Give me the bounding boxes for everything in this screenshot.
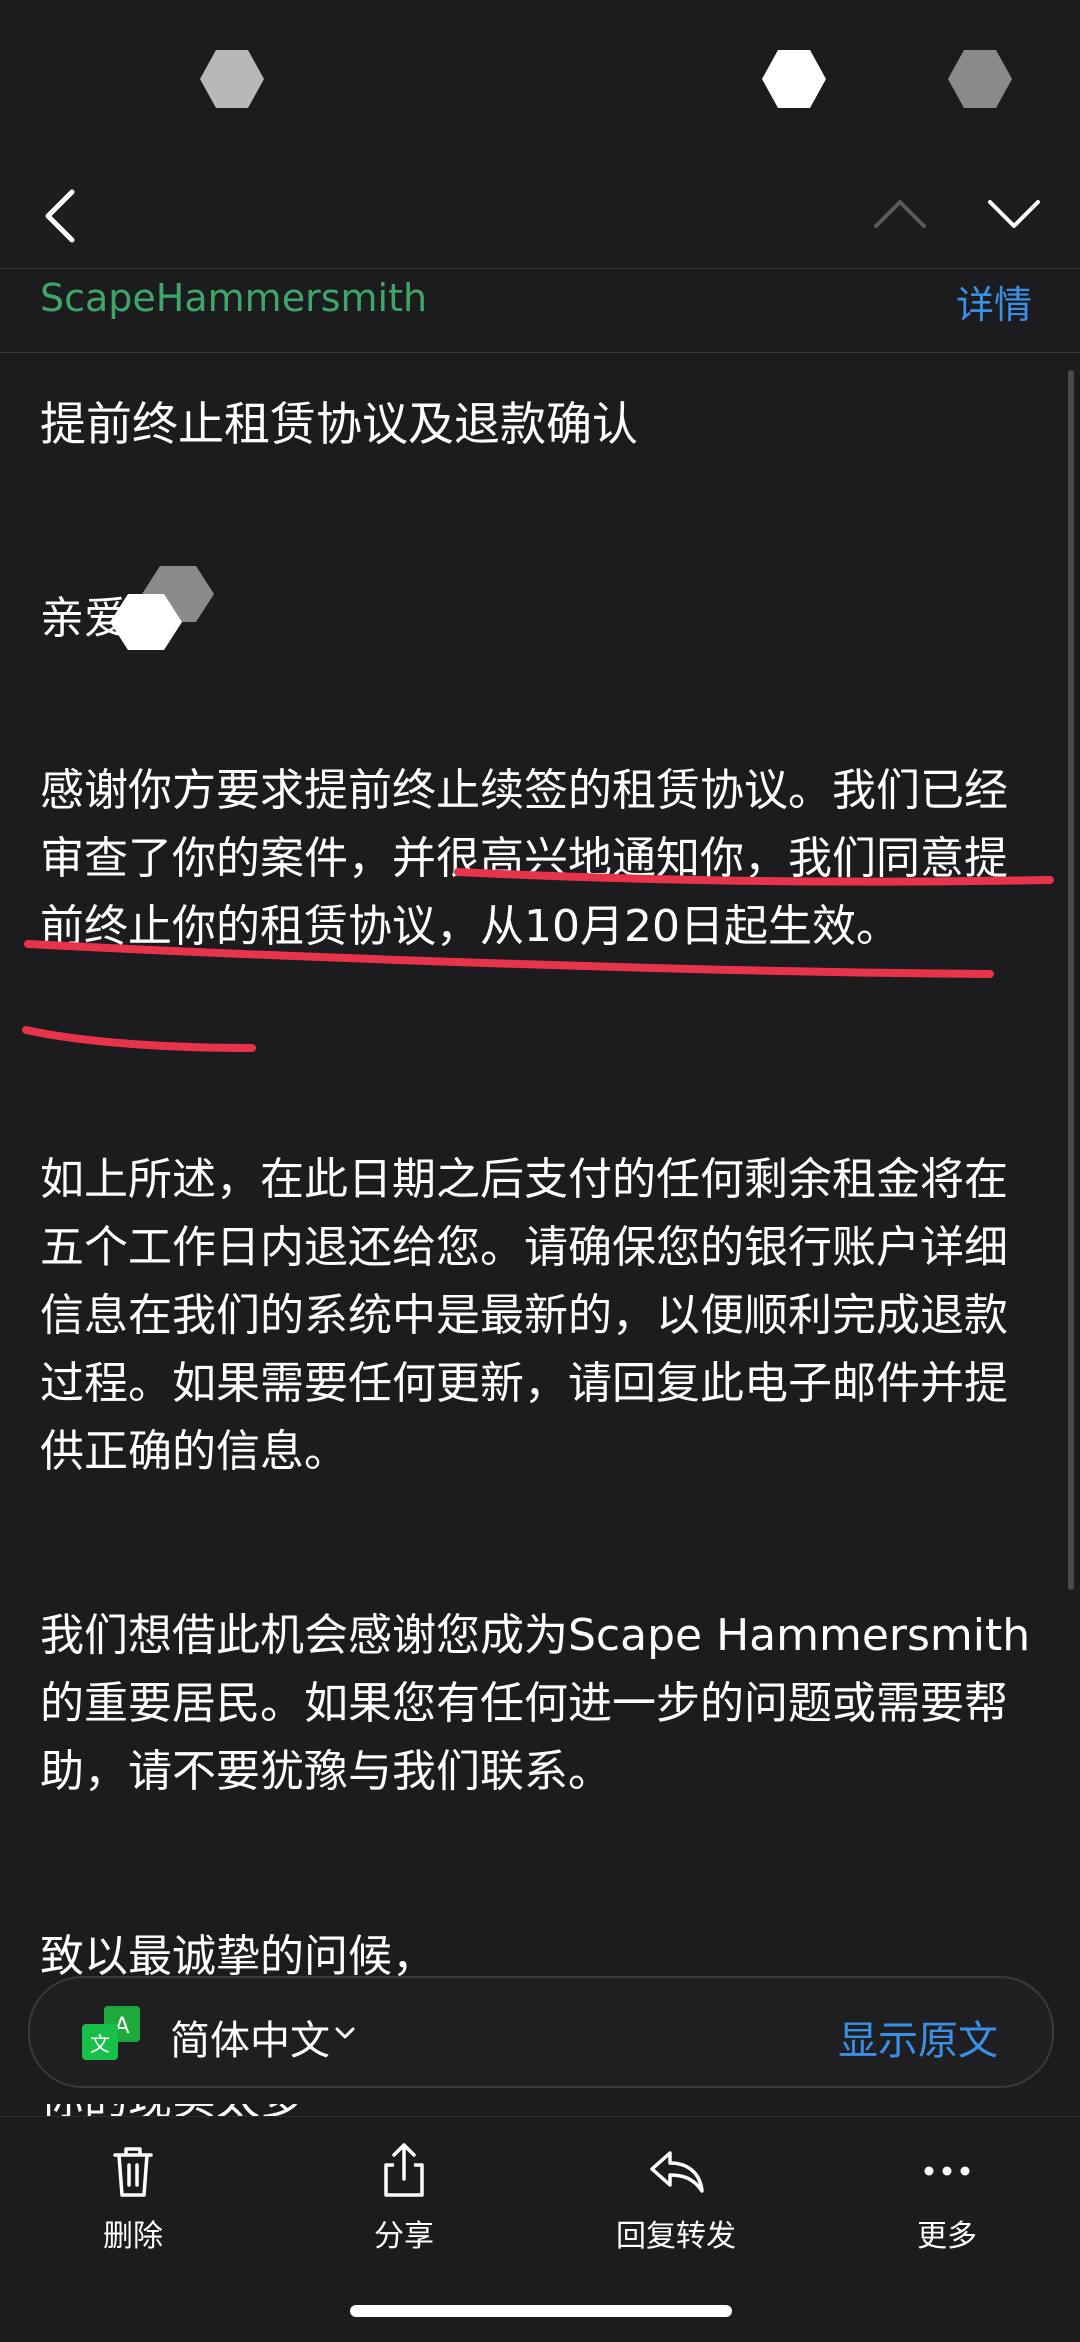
navigation-bar (0, 160, 1080, 270)
email-closing: 致以最诚挚的问候， (40, 1931, 436, 1982)
more-button[interactable]: 更多 (847, 2139, 1047, 2255)
show-original-button[interactable]: 显示原文 (838, 2008, 998, 2066)
chevron-down-icon (335, 2027, 355, 2039)
delete-button[interactable]: 删除 (33, 2139, 233, 2255)
redaction-blob-left (200, 50, 264, 108)
greeting-redaction-blob (110, 566, 214, 650)
email-paragraph-3: 我们想借此机会感谢您成为Scape Hammersmith的重要居民。如果您有任… (40, 1610, 1031, 1797)
translation-language-selector[interactable]: 简体中文 (170, 2008, 330, 2066)
home-indicator[interactable] (350, 2305, 732, 2317)
header-divider-top (0, 268, 1080, 269)
reply-icon (650, 2151, 704, 2193)
translate-icon: A 文 (82, 2006, 140, 2060)
email-paragraph-2: 如上所述，在此日期之后支付的任何剩余租金将在五个工作日内退还给您。请确保您的银行… (40, 1154, 1008, 1477)
email-subject: 提前终止租赁协议及退款确认 (40, 397, 638, 451)
email-paragraph-1: 感谢你方要求提前终止续签的租赁协议。我们已经审查了你的案件，并很高兴地通知你，我… (40, 765, 1008, 952)
back-button[interactable] (30, 180, 90, 252)
translate-bar: A 文 简体中文 显示原文 (28, 1976, 1054, 2088)
details-link[interactable]: 详情 (956, 274, 1032, 329)
next-email-button[interactable] (984, 188, 1044, 238)
sender-name[interactable]: ScapeHammersmith (40, 276, 427, 320)
redaction-blob-right (948, 50, 1012, 108)
svg-text:文: 文 (90, 2032, 110, 2056)
chevron-left-icon (45, 189, 75, 243)
header-divider-bottom (0, 352, 1080, 353)
more-dots-icon (924, 2166, 970, 2176)
previous-email-button[interactable] (870, 188, 930, 238)
redaction-blob-center (762, 50, 826, 108)
share-button[interactable]: 分享 (304, 2139, 504, 2255)
chevron-up-icon (874, 200, 926, 228)
trash-icon (113, 2147, 153, 2197)
share-icon (384, 2143, 424, 2197)
scrollbar[interactable] (1068, 370, 1074, 1590)
reply-forward-button[interactable]: 回复转发 (576, 2139, 776, 2255)
chevron-down-icon (988, 200, 1040, 228)
